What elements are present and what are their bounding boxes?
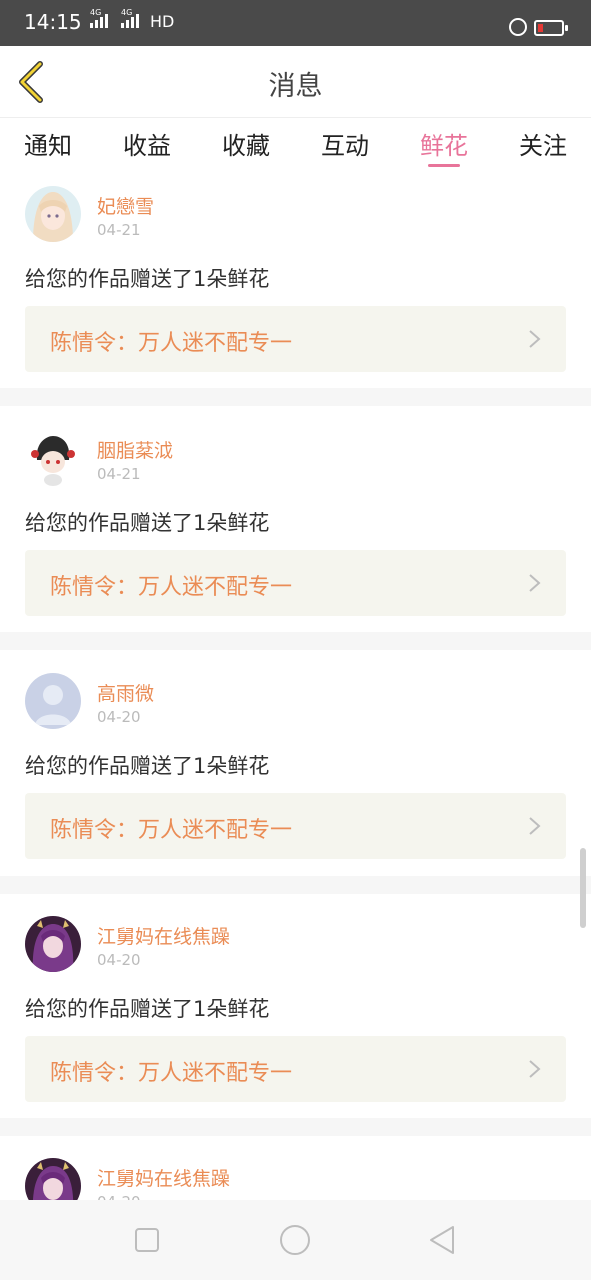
tab-interactions[interactable]: 互动 bbox=[321, 126, 369, 161]
active-tab-indicator bbox=[428, 164, 460, 167]
system-nav-bar bbox=[0, 1200, 591, 1280]
avatar[interactable] bbox=[25, 186, 81, 242]
avatar[interactable] bbox=[25, 1158, 81, 1200]
message-text: 给您的作品赠送了1朵鲜花 bbox=[25, 267, 270, 291]
work-link[interactable]: 陈情令：万人迷不配专一 bbox=[25, 306, 566, 372]
header: 消息 bbox=[0, 46, 591, 118]
date: 04-20 bbox=[97, 951, 141, 969]
message-text: 给您的作品赠送了1朵鲜花 bbox=[25, 754, 270, 778]
message-feed[interactable]: 妃戀雪 04-21 给您的作品赠送了1朵鲜花 陈情令：万人迷不配专一 胭脂棻泧 … bbox=[0, 170, 591, 1200]
tab-bar: 通知 收益 收藏 互动 鲜花 关注 bbox=[0, 118, 591, 170]
work-title: 陈情令：万人迷不配专一 bbox=[50, 818, 293, 843]
separator bbox=[0, 632, 591, 650]
tab-follows[interactable]: 关注 bbox=[519, 126, 567, 161]
date: 04-20 bbox=[97, 1193, 141, 1200]
username[interactable]: 江舅妈在线焦躁 bbox=[97, 1164, 230, 1191]
network-type: 4G bbox=[90, 8, 102, 17]
username[interactable]: 高雨微 bbox=[97, 679, 154, 706]
work-link[interactable]: 陈情令：万人迷不配专一 bbox=[25, 1036, 566, 1102]
separator bbox=[0, 1118, 591, 1136]
anime-girl-avatar-icon bbox=[25, 186, 81, 242]
chibi-avatar-icon bbox=[25, 430, 81, 486]
chevron-right-icon bbox=[529, 330, 541, 348]
tab-notifications[interactable]: 通知 bbox=[24, 126, 72, 161]
network-type: 4G bbox=[121, 8, 133, 17]
recent-apps-icon[interactable] bbox=[129, 1222, 165, 1258]
purple-hair-avatar-icon bbox=[25, 1158, 81, 1200]
work-title: 陈情令：万人迷不配专一 bbox=[50, 331, 293, 356]
list-item: 高雨微 04-20 给您的作品赠送了1朵鲜花 陈情令：万人迷不配专一 bbox=[0, 650, 591, 876]
work-link[interactable]: 陈情令：万人迷不配专一 bbox=[25, 550, 566, 616]
back-icon[interactable] bbox=[425, 1222, 461, 1258]
username[interactable]: 江舅妈在线焦躁 bbox=[97, 922, 230, 949]
message-text: 给您的作品赠送了1朵鲜花 bbox=[25, 511, 270, 535]
signal-icon: 4G bbox=[90, 8, 108, 28]
battery-tip bbox=[565, 25, 568, 31]
tab-favorites[interactable]: 收藏 bbox=[222, 126, 270, 161]
tab-earnings[interactable]: 收益 bbox=[123, 126, 171, 161]
avatar[interactable] bbox=[25, 916, 81, 972]
chevron-right-icon bbox=[529, 574, 541, 592]
work-title: 陈情令：万人迷不配专一 bbox=[50, 575, 293, 600]
separator bbox=[0, 876, 591, 894]
date: 04-21 bbox=[97, 221, 141, 239]
separator bbox=[0, 388, 591, 406]
avatar[interactable] bbox=[25, 673, 81, 729]
default-user-avatar-icon bbox=[25, 673, 81, 729]
battery-icon bbox=[534, 20, 564, 36]
message-text: 给您的作品赠送了1朵鲜花 bbox=[25, 997, 270, 1021]
work-title: 陈情令：万人迷不配专一 bbox=[50, 1061, 293, 1086]
home-icon[interactable] bbox=[277, 1222, 313, 1258]
purple-hair-avatar-icon bbox=[25, 916, 81, 972]
chevron-right-icon bbox=[529, 817, 541, 835]
alarm-icon bbox=[509, 18, 527, 36]
battery-level bbox=[538, 24, 543, 32]
tab-flowers[interactable]: 鲜花 bbox=[420, 126, 468, 161]
status-bar: 14:15 4G 4G HD bbox=[0, 0, 591, 46]
list-item: 江舅妈在线焦躁 04-20 bbox=[0, 1136, 591, 1200]
chevron-right-icon bbox=[529, 1060, 541, 1078]
list-item: 江舅妈在线焦躁 04-20 给您的作品赠送了1朵鲜花 陈情令：万人迷不配专一 bbox=[0, 894, 591, 1118]
hd-label: HD bbox=[150, 12, 175, 31]
username[interactable]: 胭脂棻泧 bbox=[97, 436, 173, 463]
work-link[interactable]: 陈情令：万人迷不配专一 bbox=[25, 793, 566, 859]
list-item: 妃戀雪 04-21 给您的作品赠送了1朵鲜花 陈情令：万人迷不配专一 bbox=[0, 170, 591, 388]
status-time: 14:15 bbox=[24, 10, 82, 34]
avatar[interactable] bbox=[25, 430, 81, 486]
list-item: 胭脂棻泧 04-21 给您的作品赠送了1朵鲜花 陈情令：万人迷不配专一 bbox=[0, 406, 591, 632]
page-title: 消息 bbox=[268, 71, 323, 102]
date: 04-21 bbox=[97, 465, 141, 483]
date: 04-20 bbox=[97, 708, 141, 726]
username[interactable]: 妃戀雪 bbox=[97, 192, 154, 219]
signal-icon: 4G bbox=[121, 8, 139, 28]
scrollbar[interactable] bbox=[580, 848, 586, 928]
